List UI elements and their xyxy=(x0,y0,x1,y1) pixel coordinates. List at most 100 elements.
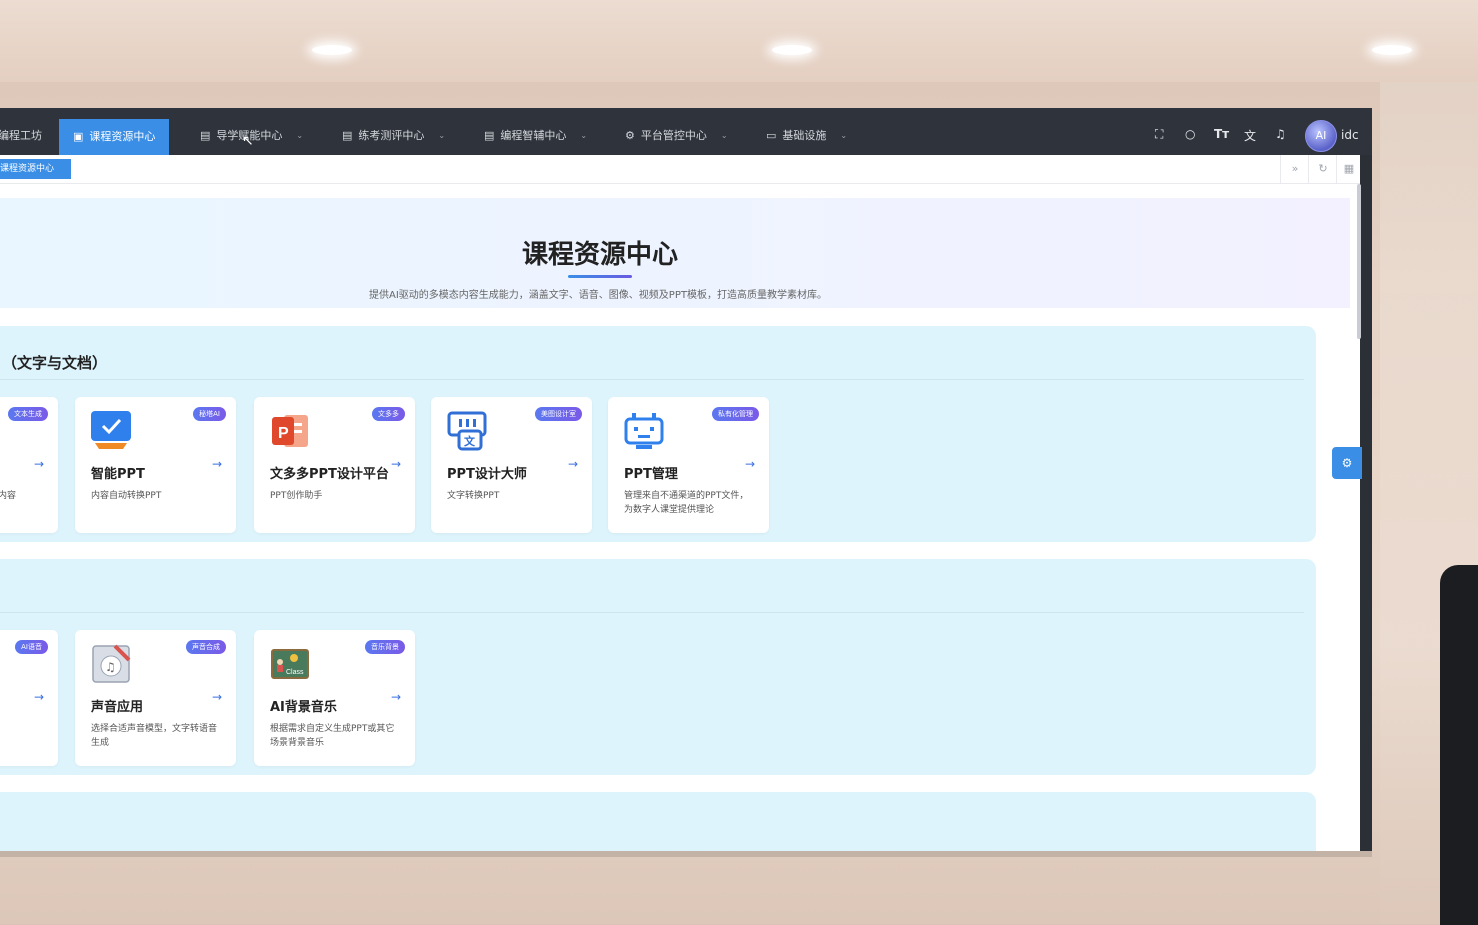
card-smart-ppt[interactable]: 秘塔AI 智能PPT → 内容自动转换PPT xyxy=(75,397,236,533)
nav-item-label: 基础设施 xyxy=(782,129,827,142)
card-badge: 秘塔AI xyxy=(193,407,226,421)
nav-item-programming-workshop[interactable]: 编程工坊 xyxy=(0,118,42,154)
nav-item-label: 编程智辅中心 xyxy=(500,129,567,142)
book-icon: ▤ xyxy=(484,129,495,142)
bell-icon[interactable]: ♫ xyxy=(1275,127,1286,141)
card-badge: 文多多 xyxy=(372,407,405,421)
card-ai-bg-music[interactable]: 音乐背景 Class AI背景音乐 → 根据需求自定义生成PPT或其它场景背景音… xyxy=(254,630,415,766)
ceiling-light xyxy=(772,45,812,55)
arrow-right-icon: → xyxy=(33,690,44,704)
translate-icon[interactable]: 文 xyxy=(1244,127,1256,144)
nav-item-label: 平台管控中心 xyxy=(640,129,707,142)
search-icon[interactable]: ○ xyxy=(1185,127,1195,141)
classroom-board-icon: Class xyxy=(271,649,309,679)
section-divider xyxy=(0,379,1304,380)
arrow-right-icon: → xyxy=(390,457,401,471)
arrow-right-icon: → xyxy=(567,457,578,471)
section-more xyxy=(0,792,1316,851)
card-title: PPT设计大师 xyxy=(447,467,527,482)
presentation-check-icon xyxy=(91,411,131,449)
gear-icon: ⚙ xyxy=(1341,456,1353,470)
arrow-right-icon: → xyxy=(744,457,755,471)
page-description: 提供AI驱动的多模态内容生成能力，涵盖文字、语音、图像、视频及PPT模板，打造高… xyxy=(369,290,827,301)
username[interactable]: idc xyxy=(1341,128,1359,142)
card-description: 管理来自不通渠道的PPT文件，为数字人课堂提供理论 xyxy=(624,491,749,515)
ceiling-light xyxy=(1372,45,1412,55)
display-screen: 编程工坊 ▣ 课程资源中心 ▤ 导学赋能中心 ⌄ ▤ 练考测评中心 ⌄ ▤ 编程… xyxy=(0,108,1372,851)
chevron-down-icon: ⌄ xyxy=(296,131,304,140)
nav-item-platform-control[interactable]: ⚙ 平台管控中心 ⌄ xyxy=(625,118,728,154)
svg-text:文: 文 xyxy=(464,434,476,448)
nav-item-practice-exam[interactable]: ▤ 练考测评中心 ⌄ xyxy=(342,118,445,154)
music-file-icon: ♫ xyxy=(92,644,131,683)
nav-item-programming-assist[interactable]: ▤ 编程智辅中心 ⌄ xyxy=(484,118,587,154)
card-title: PPT管理 xyxy=(624,467,678,482)
ceiling xyxy=(0,0,1478,82)
tabs-bar: 课程资源中心 » ↻ ▦ xyxy=(0,155,1360,184)
card-badge: 音乐背景 xyxy=(365,640,405,654)
scrollbar[interactable] xyxy=(1357,184,1361,339)
powerpoint-icon: P xyxy=(272,415,308,447)
resource-card[interactable]: AI语音 → xyxy=(0,630,58,766)
slide-text-icon: 文 xyxy=(447,411,487,451)
section-audio: AI语音 → 声音合成 ♫ 声音应用 → 选择合适声音模型，文字转语音生成 音乐… xyxy=(0,559,1316,775)
chevron-down-icon: ⌄ xyxy=(720,131,728,140)
nav-item-label: 编程工坊 xyxy=(0,129,42,142)
card-badge: AI语音 xyxy=(15,640,48,654)
arrow-right-icon: → xyxy=(211,690,222,704)
font-size-icon[interactable]: Tт xyxy=(1214,127,1229,141)
card-description: 内容自动转换PPT xyxy=(91,491,162,501)
section-divider xyxy=(0,612,1304,613)
settings-gear-button[interactable]: ⚙ xyxy=(1332,447,1362,479)
mouse-cursor-icon: ↖ xyxy=(242,133,254,149)
card-ppt-design-master[interactable]: 美图设计室 文 PPT设计大师 → 文字转换PPT xyxy=(431,397,592,533)
card-voice-app[interactable]: 声音合成 ♫ 声音应用 → 选择合适声音模型，文字转语音生成 xyxy=(75,630,236,766)
chevron-double-right-icon[interactable]: » xyxy=(1280,155,1309,183)
card-badge: 文本生成 xyxy=(8,407,48,421)
section-title: （文字与文档） xyxy=(2,354,108,372)
card-ppt-management[interactable]: 私有化管理 PPT管理 → 管理来自不通渠道的PPT文件，为数字人课堂提供理论 xyxy=(608,397,769,533)
nav-item-label: 课程资源中心 xyxy=(89,130,156,143)
svg-text:P: P xyxy=(278,425,289,442)
main-content: 课程资源中心 提供AI驱动的多模态内容生成能力，涵盖文字、语音、图像、视频及PP… xyxy=(0,184,1360,851)
image-icon: ▣ xyxy=(73,130,84,143)
nav-item-infrastructure[interactable]: ▭ 基础设施 ⌄ xyxy=(766,118,847,154)
nav-item-label: 练考测评中心 xyxy=(358,129,425,142)
grid-icon[interactable]: ▦ xyxy=(1336,155,1361,183)
top-navigation: 编程工坊 ▣ 课程资源中心 ▤ 导学赋能中心 ⌄ ▤ 练考测评中心 ⌄ ▤ 编程… xyxy=(0,108,1372,155)
card-title: 声音应用 xyxy=(91,700,144,715)
card-wenduoduo-ppt[interactable]: 文多多 P 文多多PPT设计平台 → PPT创作助手 xyxy=(254,397,415,533)
card-description: PPT创作助手 xyxy=(270,491,323,501)
card-title: 文多多PPT设计平台 xyxy=(270,467,389,482)
page-title: 课程资源中心 xyxy=(521,240,678,270)
resource-card[interactable]: 文本生成 → 内容 xyxy=(0,397,58,533)
svg-text:♫: ♫ xyxy=(105,660,116,674)
section-text-documents: （文字与文档） 文本生成 → 内容 秘塔AI 智能PPT → 内容自动转换PPT xyxy=(0,326,1316,542)
title-underline xyxy=(568,275,632,278)
monitor-icon: ▭ xyxy=(766,129,777,142)
card-description: 根据需求自定义生成PPT或其它场景背景音乐 xyxy=(270,724,395,748)
chevron-down-icon: ⌄ xyxy=(580,131,588,140)
card-title: 智能PPT xyxy=(91,467,145,482)
card-badge: 美图设计室 xyxy=(535,407,582,421)
fullscreen-icon[interactable]: ⛶ xyxy=(1155,127,1163,142)
chevron-down-icon: ⌄ xyxy=(840,131,848,140)
chevron-down-icon: ⌄ xyxy=(438,131,446,140)
book-icon: ▤ xyxy=(200,129,211,142)
arrow-right-icon: → xyxy=(390,690,401,704)
card-title: AI背景音乐 xyxy=(270,700,337,715)
nav-item-course-resources[interactable]: ▣ 课程资源中心 xyxy=(59,119,170,155)
tab-course-resources[interactable]: 课程资源中心 xyxy=(0,159,71,179)
card-description: 选择合适声音模型，文字转语音生成 xyxy=(91,724,218,748)
robot-icon xyxy=(624,413,664,449)
book-icon: ▤ xyxy=(342,129,353,142)
screen-shadow xyxy=(0,851,1372,857)
refresh-icon[interactable]: ↻ xyxy=(1308,155,1337,183)
svg-text:Class: Class xyxy=(286,669,304,676)
arrow-right-icon: → xyxy=(33,457,44,471)
avatar[interactable]: AI xyxy=(1305,120,1337,152)
hero-banner: 课程资源中心 提供AI驱动的多模态内容生成能力，涵盖文字、语音、图像、视频及PP… xyxy=(0,198,1350,308)
ceiling-light xyxy=(312,45,352,55)
card-badge: 私有化管理 xyxy=(712,407,759,421)
arrow-right-icon: → xyxy=(211,457,222,471)
